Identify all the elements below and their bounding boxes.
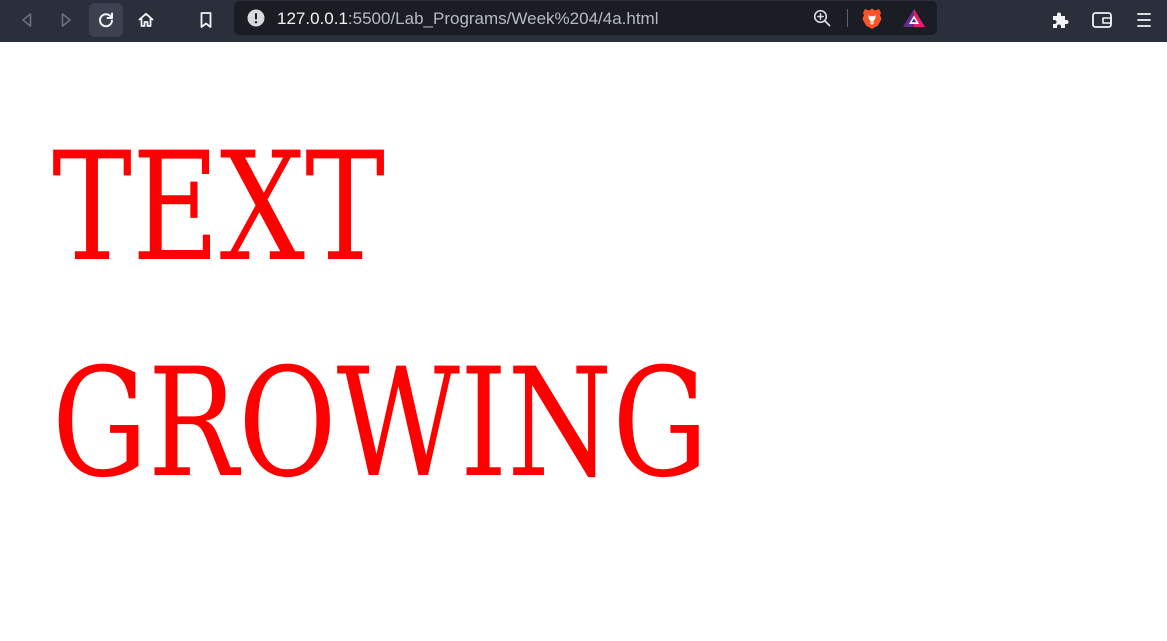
heading-line-2: GROWING	[52, 337, 709, 511]
site-info-icon[interactable]	[247, 9, 265, 27]
browser-toolbar: 127.0.0.1:5500/Lab_Programs/Week%204/4a.…	[0, 0, 1167, 42]
extensions-icon	[1053, 12, 1069, 28]
urlbar-divider	[847, 9, 848, 27]
extensions-button[interactable]	[1043, 3, 1077, 37]
reload-icon	[99, 12, 113, 28]
home-icon	[138, 12, 154, 27]
back-arrow-icon	[22, 13, 32, 27]
bookmark-icon	[200, 12, 212, 28]
forward-arrow-icon	[61, 13, 71, 27]
url-host: 127.0.0.1	[277, 9, 348, 28]
menu-icon	[1137, 13, 1151, 27]
zoom-icon[interactable]	[813, 9, 831, 27]
address-bar[interactable]: 127.0.0.1:5500/Lab_Programs/Week%204/4a.…	[234, 1, 937, 35]
wallet-icon	[1092, 12, 1112, 28]
forward-button[interactable]	[49, 3, 83, 37]
bookmark-button[interactable]	[189, 3, 223, 37]
brave-shields-icon[interactable]	[861, 7, 883, 30]
url-text[interactable]: 127.0.0.1:5500/Lab_Programs/Week%204/4a.…	[277, 9, 659, 28]
menu-button[interactable]	[1127, 3, 1161, 37]
back-button[interactable]	[10, 3, 44, 37]
reload-button[interactable]	[89, 3, 123, 37]
growing-text-heading: TEXT GROWING	[52, 100, 708, 532]
home-button[interactable]	[129, 3, 163, 37]
page-content: TEXT GROWING	[0, 42, 1167, 641]
url-path: :5500/Lab_Programs/Week%204/4a.html	[347, 9, 659, 28]
brave-rewards-icon[interactable]	[902, 8, 926, 28]
heading-line-1: TEXT	[52, 121, 386, 295]
wallet-button[interactable]	[1085, 3, 1119, 37]
